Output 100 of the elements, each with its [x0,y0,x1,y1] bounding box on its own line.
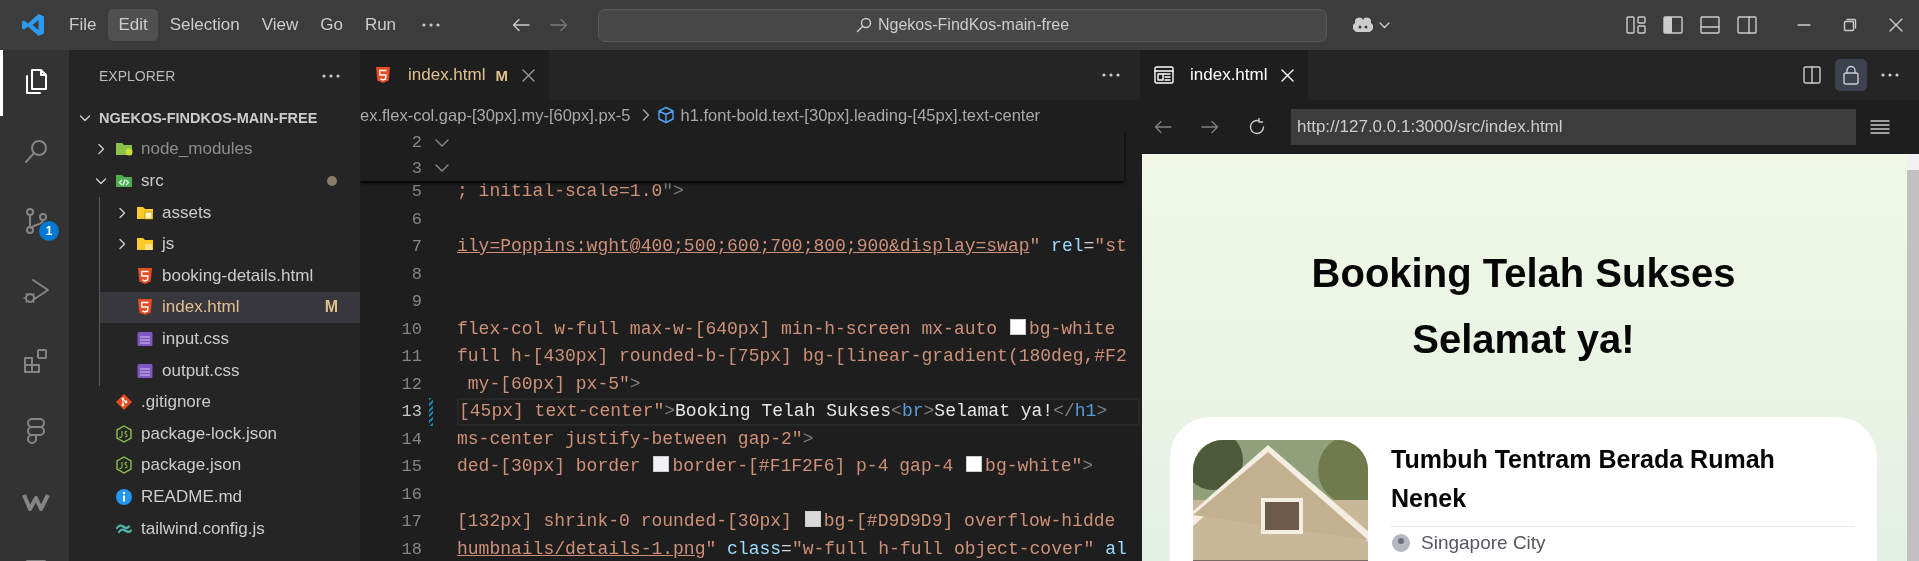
bottom-panel-icon[interactable] [1700,16,1720,34]
editor-tab[interactable]: index.html M [360,50,549,100]
tree-item[interactable]: package-lock.json [69,417,360,450]
listing-title: Tumbuh Tentram Berada Rumah Nenek [1391,444,1776,514]
json-file-icon [115,424,133,443]
css-file-icon [136,361,154,380]
menu-item[interactable]: File [59,9,107,41]
search-icon[interactable] [22,137,50,165]
chevron-icon [640,108,651,122]
tree-item[interactable]: src [69,165,360,197]
tree-item[interactable]: node_modules [69,133,360,166]
more-icon[interactable] [422,23,441,27]
tree-item[interactable]: README.md [69,481,360,513]
json-file-icon [115,456,133,475]
forward-arrow-icon[interactable] [1201,120,1219,134]
tree-item[interactable]: .gitignore [69,386,360,418]
tree-item[interactable]: index.html M [100,291,360,324]
scrollbar[interactable] [1907,154,1919,561]
url-field[interactable]: http://127.0.0.1:3000/src/index.html [1291,109,1856,145]
web-page-icon [1154,66,1174,84]
line-number: 11 [400,347,422,367]
caret-icon[interactable] [1379,21,1391,29]
code-line: my-[60px] px-5"> [466,372,642,396]
tree-item[interactable]: package.json [69,449,360,482]
location-text: Singapore City [1421,532,1546,554]
close-icon[interactable] [522,68,535,82]
menu-icon[interactable] [1870,119,1890,135]
search-icon [855,17,872,33]
tree-item[interactable]: tailwind.config.js [69,512,360,545]
tree-item[interactable]: NGEKOS-FINDKOS-MAIN-FREE [69,102,360,134]
menu-item[interactable]: Run [354,9,407,41]
close-icon[interactable] [1889,18,1903,32]
back-arrow-icon[interactable] [512,18,531,32]
tree-item[interactable]: input.css [100,323,360,355]
extensions-icon[interactable] [22,347,50,375]
more-icon[interactable] [1102,73,1120,77]
menu-item[interactable]: Edit [108,9,158,41]
preview-tab[interactable]: index.html [1140,50,1309,100]
tree-item[interactable]: output.css [100,354,360,387]
line-number: 14 [400,429,422,449]
more-icon[interactable] [1881,73,1899,77]
lock-button[interactable] [1835,59,1867,91]
line-number: 12 [400,374,422,394]
menu-item[interactable]: Selection [159,9,250,41]
back-arrow-icon[interactable] [1154,120,1172,134]
code-line: humbnails/details-1.png" class="w-full h-full object-cover" al [457,537,1128,561]
git-status-letter: M [324,298,338,317]
tree-item[interactable]: booking-details.html [100,259,360,292]
line-number: 13 [400,402,422,422]
split-editor-icon[interactable] [1803,66,1821,84]
breadcrumb-item[interactable]: h1.font-bold.text-[30px].leading-[45px].text-center [680,105,1041,125]
command-center[interactable]: Ngekos-FindKos-main-free [598,8,1328,42]
line-number: 9 [410,292,422,312]
menu-item[interactable]: View [251,9,309,41]
copilot-icon[interactable] [1351,15,1376,35]
code-line: flex-col w-full max-w-[640px] min-h-screen mx-auto bg-white [457,317,1117,341]
panel-title: EXPLORER [99,68,176,84]
html-file-icon [374,66,392,84]
run-debug-icon[interactable] [22,277,50,305]
html-file-icon [136,298,154,317]
left-panel-icon[interactable] [1663,16,1683,34]
git-file-icon [115,393,133,412]
reload-icon[interactable] [1248,118,1266,136]
line-number: 16 [400,484,422,504]
code-line: full h-[430px] rounded-b-[75px] bg-[linear-gradient(180deg,#F2 [457,345,1128,368]
git-status-letter: M [495,66,508,84]
breadcrumb-item[interactable]: ex.flex-col.gap-[30px].my-[60px].px-5 [360,105,631,125]
html-file-icon [136,266,154,285]
code-line: ; initial-scale=1.0"> [457,180,685,203]
line-number: 7 [410,237,422,257]
tree-item[interactable]: assets [100,196,360,229]
line-number: 3 [410,158,422,178]
line-number: 6 [410,209,422,229]
code-line: [132px] shrink-0 rounded-[30px] bg-[#D9D9D9] overflow-hidde [457,510,1117,533]
line-number: 10 [400,319,422,339]
more-icon[interactable] [322,74,340,78]
line-number: 5 [410,182,422,202]
line-number: 18 [400,539,422,559]
cube-icon [656,106,675,124]
code-line: ms-center justify-between gap-2"> [457,427,815,451]
line-number: 8 [410,264,422,284]
lock-icon [1842,65,1860,85]
code-line: ily=Poppins:wght@400;500;600;700;800;900&display=swap" rel="st [457,235,1128,258]
menu-item[interactable]: Go [310,9,353,41]
line-number: 17 [400,512,422,532]
code-line: ded-[30px] border border-[#F1F2F6] p-4 gap-4 bg-white"> [457,455,1095,478]
right-panel-icon[interactable] [1737,16,1757,34]
app-logo-icon [21,13,45,37]
code-folder-icon [115,172,133,190]
line-number: 2 [410,133,422,153]
location-pin-icon [1391,533,1411,553]
info-icon [115,487,133,506]
modified-dot-icon [326,175,338,187]
layout-grid-icon[interactable] [1626,16,1646,34]
notification-badge: 1 [39,221,59,241]
restore-icon[interactable] [1843,18,1857,32]
page-heading: Booking Telah Sukses Selamat ya! [1310,250,1737,363]
css-file-icon [136,329,154,348]
line-number: 15 [400,457,422,477]
tree-item[interactable]: js [100,228,360,260]
